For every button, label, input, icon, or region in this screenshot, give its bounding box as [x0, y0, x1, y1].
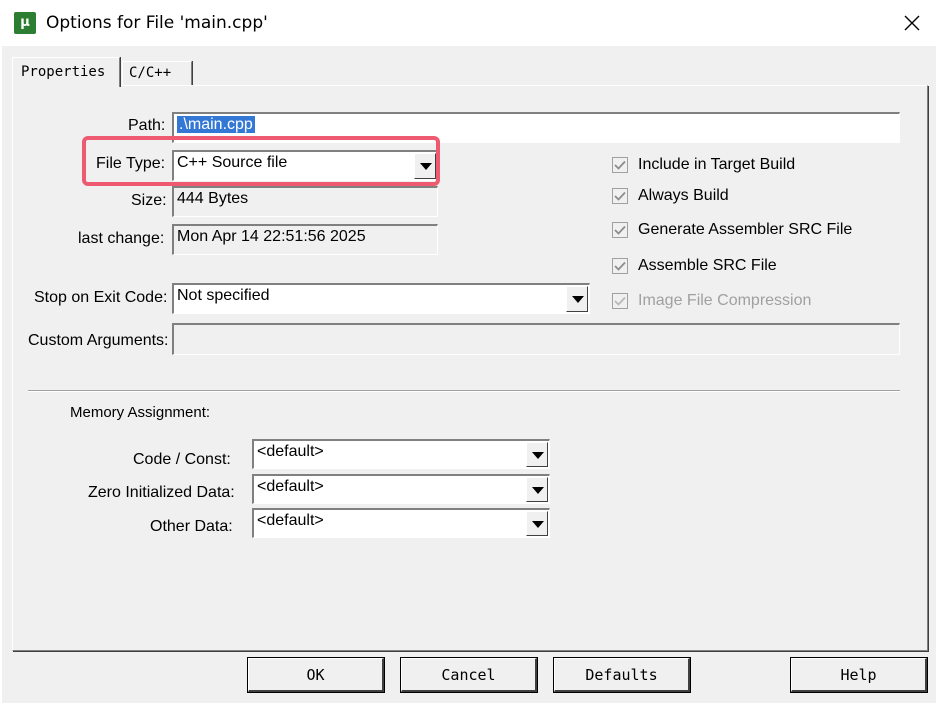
tab-properties[interactable]: Properties	[12, 57, 120, 87]
tab-c-cpp-label: C/C++	[129, 65, 172, 81]
custom-arguments-field[interactable]	[172, 323, 900, 355]
stop-on-exit-code-label: Stop on Exit Code:	[34, 289, 168, 306]
tab-c-cpp[interactable]: C/C++	[122, 61, 192, 85]
path-label: Path:	[128, 117, 166, 134]
zero-initialized-data-dropdown[interactable]: <default>	[252, 474, 550, 504]
include-in-target-build-checkbox[interactable]	[612, 157, 628, 173]
assemble-src-file-checkbox[interactable]	[612, 258, 628, 274]
cancel-button[interactable]: Cancel	[400, 657, 538, 693]
other-data-value: <default>	[257, 512, 324, 529]
tab-properties-label: Properties	[21, 64, 106, 80]
assemble-src-file-label: Assemble SRC File	[638, 257, 777, 274]
help-button[interactable]: Help	[790, 657, 928, 693]
generate-assembler-src-file-label: Generate Assembler SRC File	[638, 221, 853, 238]
close-button[interactable]	[892, 6, 932, 40]
section-divider	[28, 390, 900, 392]
zero-initialized-data-value: <default>	[257, 478, 324, 495]
file-type-value: C++ Source file	[177, 154, 288, 171]
image-file-compression-label: Image File Compression	[638, 292, 812, 309]
chevron-down-icon[interactable]	[526, 442, 548, 467]
file-type-dropdown[interactable]: C++ Source file	[172, 150, 438, 181]
title-bar: μ Options for File 'main.cpp'	[0, 0, 938, 46]
last-change-field: Mon Apr 14 22:51:56 2025	[172, 224, 438, 255]
chevron-down-icon[interactable]	[414, 153, 436, 179]
code-const-label: Code / Const:	[133, 451, 231, 468]
chevron-down-icon[interactable]	[526, 477, 548, 502]
ok-button[interactable]: OK	[247, 657, 385, 693]
path-field[interactable]: .\main.cpp	[172, 112, 900, 143]
memory-assignment-heading: Memory Assignment:	[70, 404, 211, 421]
check-icon	[614, 296, 626, 306]
other-data-dropdown[interactable]: <default>	[252, 508, 550, 538]
image-file-compression-checkbox[interactable]	[612, 293, 628, 309]
last-change-value: Mon Apr 14 22:51:56 2025	[177, 228, 366, 245]
chevron-down-icon[interactable]	[566, 286, 588, 312]
chevron-down-icon[interactable]	[526, 511, 548, 536]
size-label: Size:	[131, 192, 167, 209]
keil-uvision-icon: μ	[14, 12, 36, 34]
file-type-label: File Type:	[96, 155, 166, 172]
custom-arguments-label: Custom Arguments:	[28, 332, 169, 349]
check-icon	[614, 225, 626, 235]
window-title: Options for File 'main.cpp'	[46, 13, 268, 33]
stop-on-exit-code-dropdown[interactable]: Not specified	[172, 283, 590, 314]
always-build-checkbox[interactable]	[612, 188, 628, 204]
close-icon	[904, 15, 920, 31]
size-value: 444 Bytes	[177, 190, 249, 207]
check-icon	[614, 261, 626, 271]
zero-initialized-data-label: Zero Initialized Data:	[88, 484, 235, 501]
code-const-value: <default>	[257, 443, 324, 460]
defaults-button[interactable]: Defaults	[553, 657, 691, 693]
size-field: 444 Bytes	[172, 186, 438, 217]
always-build-label: Always Build	[638, 187, 729, 204]
check-icon	[614, 191, 626, 201]
include-in-target-build-label: Include in Target Build	[638, 156, 796, 173]
code-const-dropdown[interactable]: <default>	[252, 439, 550, 469]
path-value: .\main.cpp	[177, 116, 255, 133]
last-change-label: last change:	[78, 230, 165, 247]
generate-assembler-src-file-checkbox[interactable]	[612, 222, 628, 238]
check-icon	[614, 160, 626, 170]
stop-on-exit-code-value: Not specified	[177, 287, 270, 304]
other-data-label: Other Data:	[150, 518, 233, 535]
